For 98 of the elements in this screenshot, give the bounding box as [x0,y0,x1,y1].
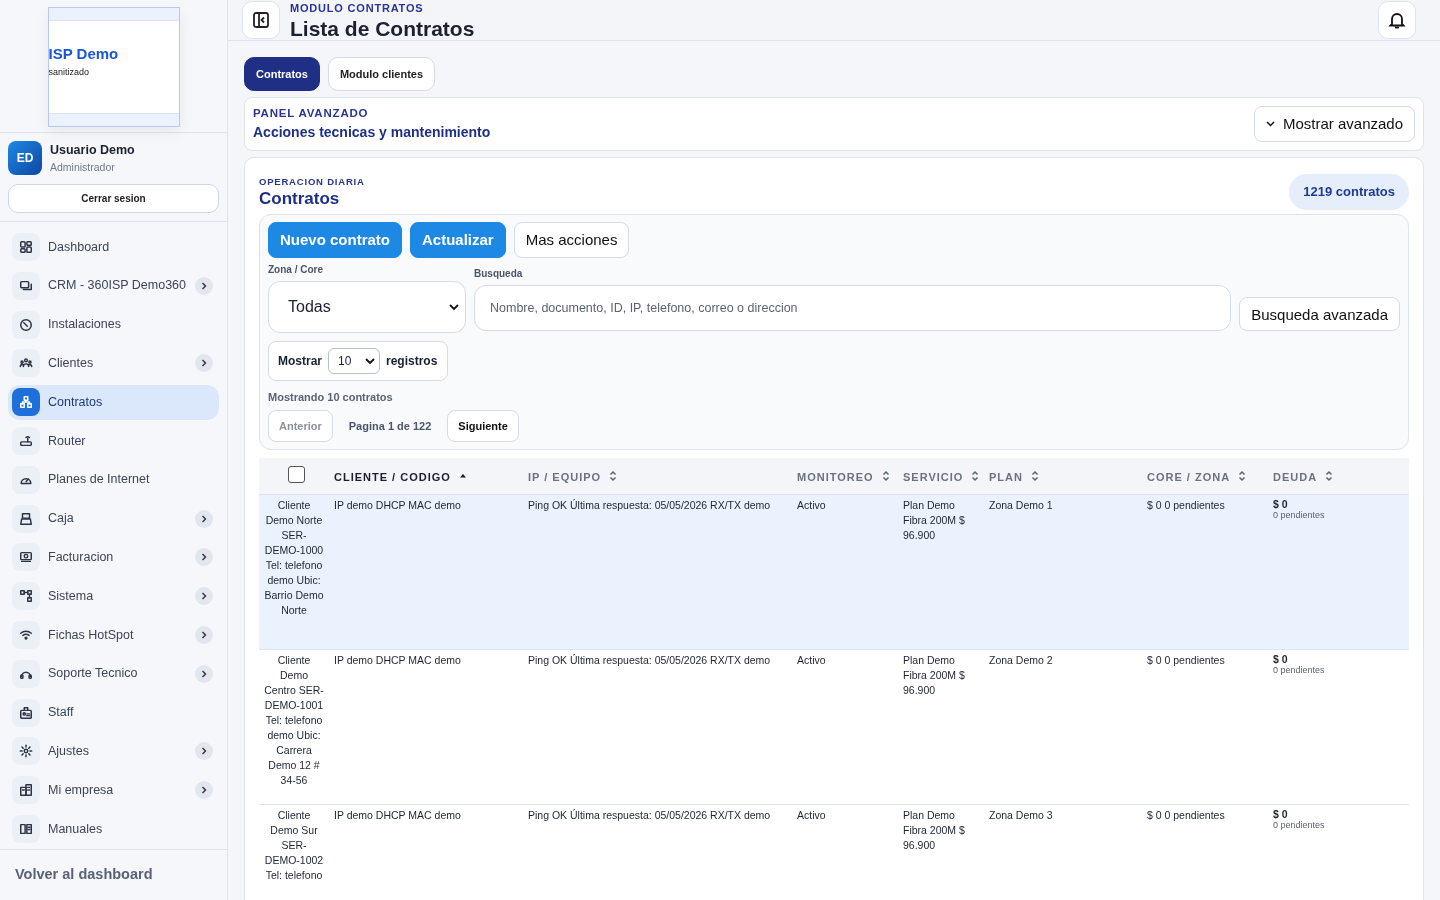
page-eyebrow: MODULO CONTRATOS [290,1,425,16]
table-cell: Activo [797,498,826,511]
table-cell: Zona Demo 1 [989,498,1053,511]
sidebar-item[interactable]: Sistema [8,578,219,614]
router-icon [19,434,33,448]
table-cell: Cliente Demo Centro SER-DEMO-1001 Tel: telefono demo Ubic: Carrera Demo 12 # 34-56 [264,653,324,786]
table-cell: $ 0 0 pendientes [1147,808,1225,821]
table-cell: Ping OK Última respuesta: 05/05/2026 RX/TX demo [528,808,771,821]
logout-button[interactable]: Cerrar sesion [8,183,219,213]
sidebar-item[interactable]: Mi empresa [8,772,219,808]
user-name: Usuario Demo [50,142,135,159]
table-cell: Plan Demo Fibra 200M $ 96.900 [903,808,965,851]
register-icon [19,511,33,526]
table-cell: Cliente Demo Sur SER-DEMO-1002 Tel: telefono [264,808,324,881]
notifications-button[interactable] [1378,0,1416,39]
badge-icon [19,705,33,720]
section-eyebrow: OPERACION DIARIA [259,175,365,190]
table-cell: $ 0 0 pendientes [1147,653,1225,666]
debt-amount: $ 0 [1273,807,1289,820]
tab[interactable]: Contratos [244,56,320,92]
sidebar-item[interactable]: Router [8,423,219,459]
sidebar-item[interactable]: Clientes [8,345,219,381]
next-button[interactable]: Siguiente [447,409,519,443]
network-icon [19,589,33,604]
column-header[interactable]: IP / EQUIPO [523,458,792,495]
table-cell: Zona Demo 2 [989,653,1053,666]
field-label: Busqueda [474,267,524,282]
column-header[interactable]: CORE / ZONA [1142,458,1268,495]
table-cell: Zona Demo 3 [989,808,1053,821]
sidebar-item[interactable]: CRM - 360ISP Demo360 [8,268,219,304]
sidebar-item[interactable]: Fichas HotSpot [8,617,219,653]
select-all-checkbox[interactable] [288,466,305,484]
sidebar-item[interactable]: Dashboard [8,229,219,265]
table-cell: Ping OK Última respuesta: 05/05/2026 RX/TX demo [528,653,771,666]
chat-icon [19,278,33,293]
field-label: registros [386,353,438,371]
table-cell: Activo [797,653,826,666]
action-button[interactable]: Nuevo contrato [268,221,402,259]
sidebar-icon [252,10,270,29]
table-cell: IP demo DHCP MAC demo [334,808,461,821]
debt-note: 0 pendientes [1273,664,1326,676]
back-to-dashboard-link[interactable]: Volver al dashboard [0,849,227,900]
sidebar-item[interactable]: Soporte Tecnico [8,656,219,692]
debt-note: 0 pendientes [1273,509,1326,521]
column-header[interactable]: PLAN [984,458,1142,495]
field-label: Zona / Core [268,263,324,278]
table-cell: Ping OK Última respuesta: 05/05/2026 RX/TX demo [528,498,771,511]
sidebar-item[interactable]: Caja [8,501,219,537]
debt-amount: $ 0 [1273,652,1289,665]
user-role: Administrador [50,159,116,175]
table-cell: Plan Demo Fibra 200M $ 96.900 [903,498,965,541]
table-cell: Activo [797,808,826,821]
user-avatar: ED [8,141,42,176]
tab[interactable]: Modulo clientes [327,56,436,92]
sidebar-item[interactable]: Manuales [8,811,219,847]
table-cell: Cliente Demo Norte SER-DEMO-1000 Tel: telefono demo Ubic: Barrio Demo Norte [264,498,324,616]
showing-count: Mostrando 10 contratos [268,390,394,406]
brand-subtitle: sanitizado [48,65,91,79]
advanced-search-button[interactable]: Busqueda avanzada [1239,297,1400,332]
sidebar-item[interactable]: Ajustes [8,733,219,769]
column-header[interactable]: MONITOREO [792,458,898,495]
contract-count: 1219 contratos [1289,174,1409,210]
page-info: Pagina 1 de 122 [348,418,432,434]
table-cell: $ 0 0 pendientes [1147,498,1225,511]
section-title: Contratos [259,189,341,209]
action-button[interactable]: Actualizar [410,221,506,259]
table-cell: Plan Demo Fibra 200M $ 96.900 [903,653,965,696]
settings-icon [19,744,33,759]
grid-icon [19,240,33,254]
sidebar-toggle-button[interactable] [242,0,280,39]
table-cell: IP demo DHCP MAC demo [334,653,461,666]
search-field[interactable]: Nombre, documento, ID, IP, telefono, correo o direccion [474,285,1232,332]
debt-note: 0 pendientes [1273,819,1326,831]
book-icon [19,821,33,836]
page-size-select[interactable]: 10 [328,348,380,375]
page-title: Lista de Contratos [290,16,475,40]
column-header[interactable]: DEUDA [1268,458,1409,495]
panel-title: Acciones tecnicas y mantenimiento [253,123,491,143]
caret-icon [449,303,459,311]
hierarchy-icon [19,395,33,410]
table-cell: IP demo DHCP MAC demo [334,498,461,511]
brand-title: ISP Demo [48,44,120,64]
debt-amount: $ 0 [1273,497,1289,510]
building-icon [19,783,33,798]
panel-eyebrow: PANEL AVANZADO [253,105,370,121]
sidebar-item[interactable]: Staff [8,695,219,731]
zone-select[interactable]: Todas [268,281,466,334]
sidebar-item[interactable]: Planes de Internet [8,462,219,498]
column-header[interactable]: CLIENTE / CODIGO [329,458,523,495]
sidebar-item[interactable]: Instalaciones [8,307,219,343]
column-header[interactable]: SERVICIO [898,458,984,495]
show-advanced-button[interactable]: Mostrar avanzado [1253,105,1415,143]
action-button[interactable]: Mas acciones [513,221,630,259]
caret-icon [365,357,375,365]
sidebar-item[interactable]: Facturacion [8,539,219,575]
field-label: Mostrar [278,353,322,371]
sidebar-item[interactable]: Contratos [8,384,219,420]
caret-icon [1265,121,1275,128]
